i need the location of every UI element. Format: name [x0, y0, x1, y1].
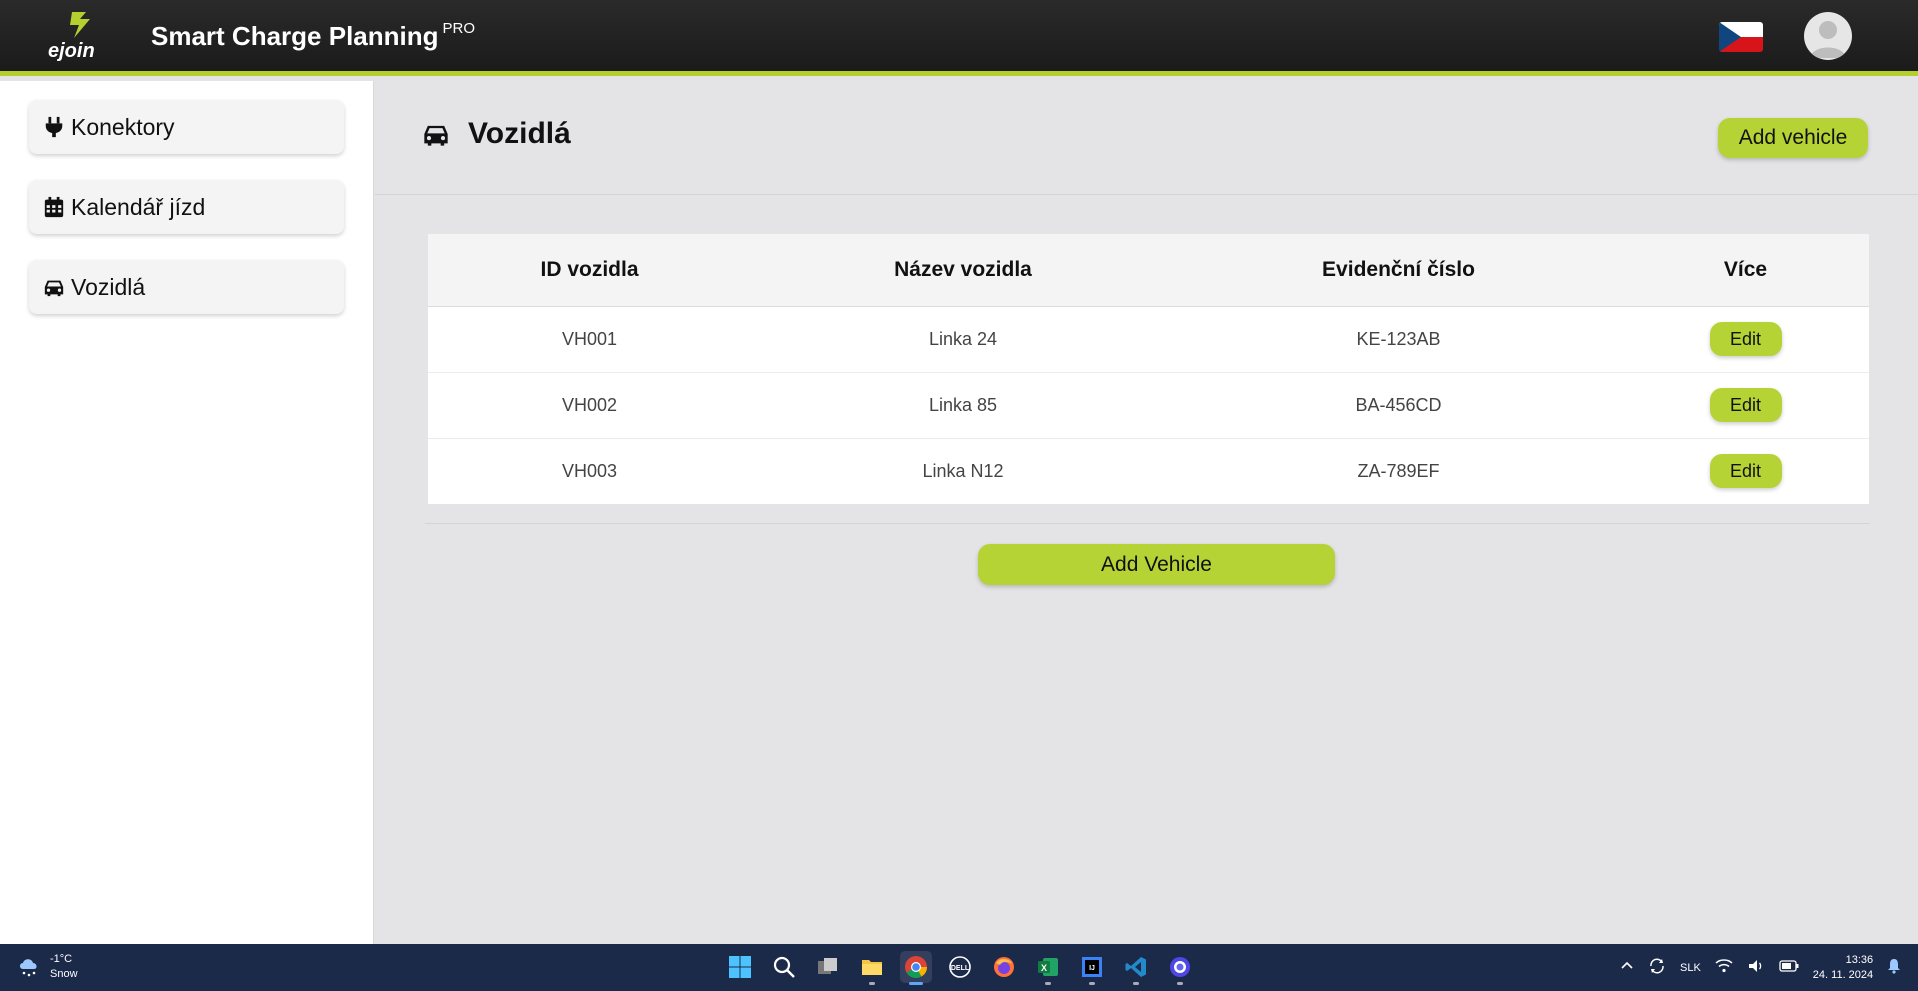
ejoin-logo-icon	[70, 12, 90, 38]
system-tray: SLK 13:36 24. 11. 2024	[1620, 944, 1901, 991]
divider	[425, 523, 1870, 524]
dell-icon[interactable]: DELL	[944, 951, 976, 983]
table-row: VH002 Linka 85 BA-456CD Edit	[428, 372, 1869, 439]
column-header-plate[interactable]: Evidenční číslo	[1175, 234, 1622, 307]
notification-bell-icon[interactable]	[1887, 958, 1901, 977]
vehicle-id: VH002	[428, 372, 751, 439]
table-row: VH001 Linka 24 KE-123AB Edit	[428, 306, 1869, 373]
vehicle-name: Linka 85	[751, 372, 1175, 439]
weather-temp: -1°C	[50, 953, 73, 965]
vehicle-name: Linka N12	[922, 460, 1004, 481]
start-icon[interactable]	[724, 951, 756, 983]
app-icon[interactable]	[1164, 951, 1196, 985]
user-avatar-icon[interactable]	[1804, 12, 1852, 60]
battery-icon[interactable]	[1779, 959, 1799, 976]
vscode-icon[interactable]	[1120, 951, 1152, 985]
add-vehicle-bottom-button[interactable]: Add Vehicle	[978, 544, 1335, 585]
sidebar-item-vozidla[interactable]: Vozidlá	[29, 260, 344, 314]
app-badge: PRO	[442, 20, 476, 37]
app-title: Smart Charge Planning PRO	[151, 20, 475, 52]
wifi-icon[interactable]	[1715, 958, 1733, 977]
vehicle-actions: Edit	[1622, 306, 1869, 373]
page-title: Vozidlá	[422, 117, 571, 151]
vehicle-actions: Edit	[1622, 372, 1869, 439]
page-header: Vozidlá Add vehicle	[375, 81, 1918, 195]
search-icon[interactable]	[768, 951, 800, 983]
intellij-icon[interactable]: IJ	[1076, 951, 1108, 985]
vehicle-name: Linka 24	[751, 306, 1175, 373]
task-view-icon[interactable]	[812, 951, 844, 983]
chevron-up-icon[interactable]	[1620, 959, 1634, 976]
vehicle-plate: BA-456CD	[1175, 372, 1622, 439]
excel-icon[interactable]: X	[1032, 951, 1064, 985]
sidebar-item-label: Konektory	[71, 113, 175, 140]
calendar-icon	[44, 196, 64, 218]
vehicle-plate: ZA-789EF	[1357, 460, 1440, 481]
sidebar-item-konektory[interactable]: Konektory	[29, 100, 344, 154]
sidebar: Konektory Kalendář jízd Vozidlá	[0, 81, 374, 944]
svg-text:X: X	[1041, 963, 1047, 973]
app-header: ejoin Smart Charge Planning PRO	[0, 0, 1918, 76]
sidebar-item-label: Kalendář jízd	[71, 193, 206, 220]
vehicle-id: VH003	[561, 460, 618, 481]
page-title-text: Vozidlá	[468, 117, 571, 150]
czech-flag-icon[interactable]	[1719, 22, 1763, 52]
plug-icon	[45, 116, 63, 138]
windows-taskbar: -1°C Snow DELL X IJ SLK 13:36 24. 11. 20…	[0, 944, 1918, 991]
edit-button[interactable]: Edit	[1709, 388, 1782, 422]
app-title-text: Smart Charge Planning	[151, 21, 439, 51]
clock-date: 24. 11. 2024	[1812, 968, 1874, 981]
weather-widget[interactable]: -1°C Snow	[16, 952, 78, 982]
svg-text:DELL: DELL	[951, 965, 970, 972]
add-vehicle-button[interactable]: Add vehicle	[1718, 118, 1868, 158]
sync-icon[interactable]	[1648, 957, 1666, 978]
main-content: Vozidlá Add vehicle ID vozidla Název voz…	[375, 81, 1918, 944]
ejoin-logo[interactable]: ejoin	[44, 8, 124, 66]
vehicle-id: VH001	[428, 306, 751, 373]
keyboard-language[interactable]: SLK	[1680, 962, 1701, 974]
column-header-more: Více	[1622, 234, 1869, 307]
clock-time: 13:36	[1845, 953, 1874, 966]
car-icon	[424, 125, 448, 146]
chrome-icon[interactable]	[900, 951, 932, 985]
column-header-id[interactable]: ID vozidla	[428, 234, 751, 307]
volume-icon[interactable]	[1747, 958, 1765, 977]
vehicle-actions: Edit	[1622, 438, 1869, 504]
edit-button[interactable]: Edit	[1709, 322, 1782, 356]
edit-button[interactable]: Edit	[1709, 454, 1782, 489]
sidebar-item-kalendar[interactable]: Kalendář jízd	[29, 180, 344, 234]
car-icon	[44, 280, 64, 297]
sidebar-item-label: Vozidlá	[71, 273, 146, 300]
firefox-icon[interactable]	[988, 951, 1020, 983]
weather-desc: Snow	[50, 968, 78, 980]
vehicles-table: ID vozidla Název vozidla Evidenční číslo…	[428, 234, 1869, 504]
snow-cloud-icon	[20, 959, 37, 977]
clock[interactable]: 13:36 24. 11. 2024	[1813, 953, 1873, 983]
taskbar-apps: DELL X IJ	[724, 951, 1196, 985]
column-header-name[interactable]: Název vozidla	[751, 234, 1175, 307]
table-row: VH003 Linka N12 ZA-789EF Edit	[428, 438, 1869, 504]
vehicle-plate: KE-123AB	[1175, 306, 1622, 373]
file-explorer-icon[interactable]	[856, 951, 888, 985]
table-header-row: ID vozidla Název vozidla Evidenční číslo…	[428, 234, 1869, 307]
svg-text:IJ: IJ	[1089, 965, 1095, 972]
logo-text: ejoin	[48, 40, 95, 62]
